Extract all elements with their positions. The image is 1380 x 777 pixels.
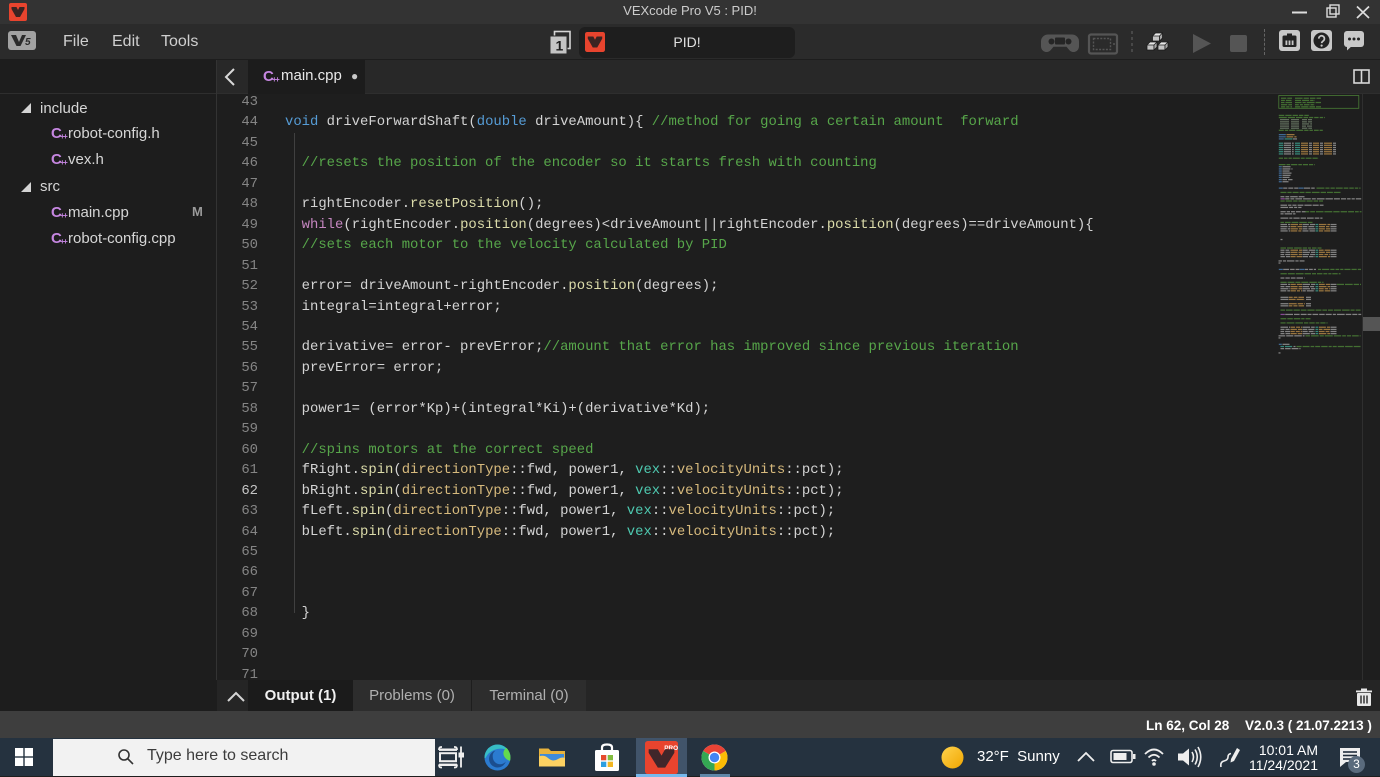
svg-text:1: 1 (556, 38, 564, 54)
svg-text:5: 5 (25, 37, 31, 48)
